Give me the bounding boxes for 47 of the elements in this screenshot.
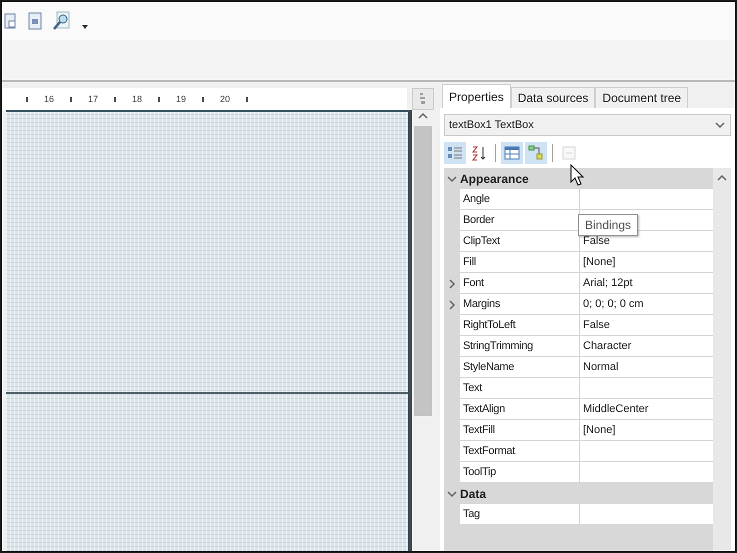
panel-tab[interactable]: Data sources bbox=[510, 87, 596, 108]
dropdown-caret-icon[interactable] bbox=[82, 25, 88, 29]
panel-tab[interactable]: Document tree bbox=[595, 87, 688, 108]
property-value[interactable]: Normal bbox=[580, 357, 713, 378]
page-icon[interactable] bbox=[28, 12, 42, 30]
category-header[interactable]: Appearance bbox=[460, 172, 529, 186]
categorized-icon bbox=[447, 145, 463, 161]
property-name[interactable]: Margins bbox=[460, 294, 580, 315]
property-name[interactable]: Tag bbox=[460, 504, 580, 525]
property-name[interactable]: ClipText bbox=[460, 231, 580, 252]
property-name[interactable]: Fill bbox=[460, 252, 580, 273]
object-selector[interactable]: textBox1 TextBox bbox=[444, 114, 731, 136]
property-name[interactable]: StringTrimming bbox=[460, 336, 580, 357]
property-name[interactable]: TextAlign bbox=[460, 399, 580, 420]
property-name[interactable]: ToolTip bbox=[460, 462, 580, 483]
property-name[interactable]: Border bbox=[460, 210, 580, 231]
property-value[interactable]: 0; 0; 0; 0 cm bbox=[580, 294, 713, 315]
preview-icon[interactable] bbox=[52, 11, 72, 31]
property-name[interactable]: TextFill bbox=[460, 420, 580, 441]
property-value[interactable]: False bbox=[580, 315, 713, 336]
grid-scrollbar[interactable] bbox=[713, 168, 731, 551]
bindings-button[interactable] bbox=[525, 142, 547, 164]
horizontal-ruler: 16 17 18 19 20 bbox=[2, 88, 407, 110]
property-name[interactable]: Text bbox=[460, 378, 580, 399]
property-name[interactable]: TextFormat bbox=[460, 441, 580, 462]
property-name[interactable]: RightToLeft bbox=[460, 315, 580, 336]
property-value[interactable]: [None] bbox=[580, 252, 713, 273]
property-name[interactable]: Font bbox=[460, 273, 580, 294]
property-value[interactable]: Character bbox=[580, 336, 713, 357]
property-value[interactable]: False bbox=[580, 231, 713, 252]
events-icon bbox=[561, 145, 577, 161]
property-pages-icon bbox=[504, 145, 520, 161]
property-value[interactable]: Arial; 12pt bbox=[580, 273, 713, 294]
property-value[interactable]: MiddleCenter bbox=[580, 399, 713, 420]
pages-button[interactable] bbox=[501, 142, 523, 164]
property-name[interactable]: StyleName bbox=[460, 357, 580, 378]
property-value[interactable]: [None] bbox=[580, 420, 713, 441]
tooltip: Bindings bbox=[578, 214, 638, 236]
units-icon bbox=[418, 93, 428, 105]
sort-alphabetical-icon bbox=[471, 145, 487, 161]
mouse-pointer-icon bbox=[570, 164, 584, 186]
panel-tab[interactable]: Properties bbox=[442, 84, 511, 108]
ruler-corner-button[interactable] bbox=[412, 88, 434, 110]
category-header[interactable]: Data bbox=[460, 486, 486, 500]
property-name[interactable]: Angle bbox=[460, 189, 580, 210]
document-icon[interactable] bbox=[4, 12, 18, 30]
bindings-icon bbox=[528, 145, 544, 161]
